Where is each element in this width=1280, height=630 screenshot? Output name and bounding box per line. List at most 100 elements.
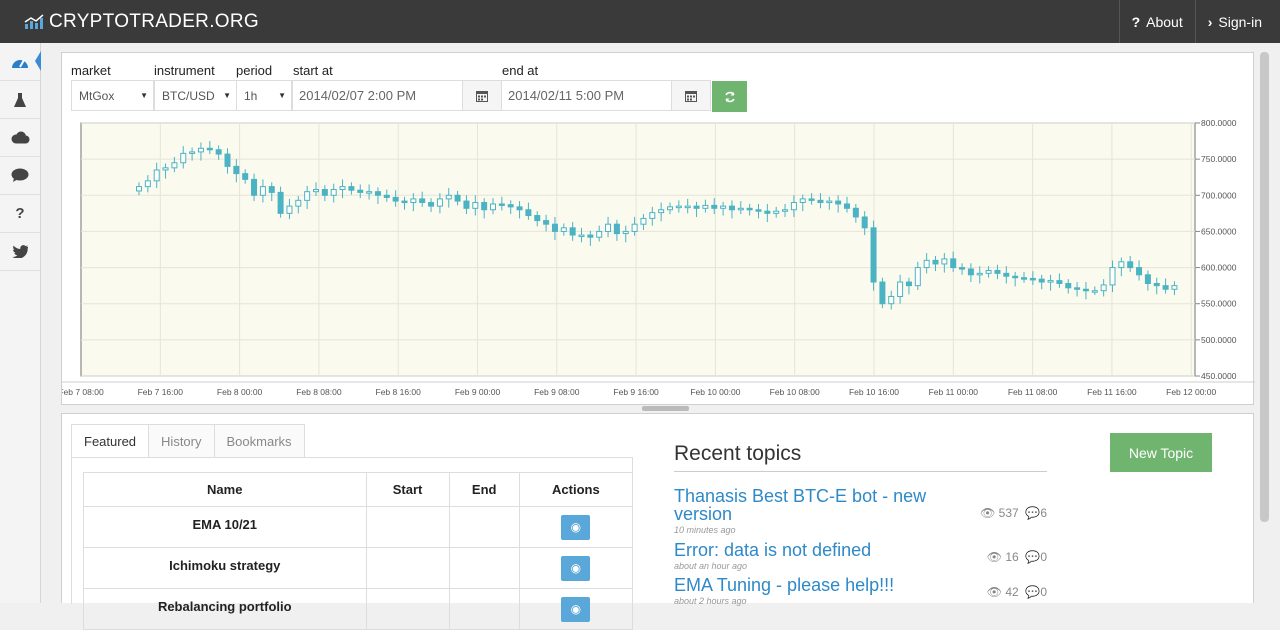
strategy-name[interactable]: Ichimoku strategy [83, 547, 367, 589]
x-tick-label: Feb 11 16:00 [1087, 387, 1137, 397]
x-tick-label: Feb 9 00:00 [455, 387, 501, 397]
candle-body [861, 216, 868, 229]
candle-body [808, 198, 815, 201]
y-tick-label: 750.0000 [1201, 154, 1237, 164]
about-link[interactable]: ? About [1118, 0, 1195, 43]
new-topic-button[interactable]: New Topic [1110, 433, 1212, 472]
scrollbar-thumb[interactable] [1260, 52, 1269, 522]
view-button[interactable]: ◉ [561, 555, 591, 581]
strategy-actions: ◉ [518, 506, 634, 548]
view-button[interactable]: ◉ [561, 596, 591, 622]
candle-body [1038, 278, 1045, 283]
comment-icon: 💬 [1025, 585, 1041, 599]
candle-body [569, 227, 576, 236]
topic-title-link[interactable]: Error: data is not defined [674, 541, 974, 559]
candle-body [224, 153, 231, 167]
strategy-start [365, 588, 450, 630]
comment-icon [11, 168, 29, 182]
candlestick-chart[interactable]: 800.0000 750.0000 700.0000 650.0000 600.0000… [62, 117, 1255, 405]
candle-body [852, 207, 859, 218]
candle-body [888, 295, 895, 305]
candle-body [454, 194, 461, 202]
candle-body [790, 202, 797, 211]
topic-stats: 👁 16 💬0 [987, 550, 1047, 564]
caret-down-icon: ▼ [223, 91, 231, 100]
calendar-icon [476, 90, 488, 102]
candle-body [605, 223, 612, 232]
table-row: Rebalancing portfolio ◉ [83, 588, 634, 630]
cloud-icon [11, 131, 30, 144]
topic-title-link[interactable]: EMA Tuning - please help!!! [674, 576, 974, 594]
candle-body [1082, 288, 1089, 292]
candle-body [1047, 280, 1054, 283]
candle-body [233, 165, 240, 175]
twitter-icon [12, 245, 28, 258]
strategy-name[interactable]: EMA 10/21 [83, 506, 367, 548]
period-select[interactable]: 1h ▼ [236, 80, 292, 111]
x-tick-label: Feb 8 00:00 [217, 387, 263, 397]
table-header-row: Name Start End Actions [83, 472, 634, 507]
end-calendar-button[interactable] [671, 80, 711, 111]
candle-body [321, 189, 328, 196]
sidebar-item-twitter[interactable] [0, 233, 40, 271]
candle-body [667, 206, 673, 211]
sidebar-item-forum[interactable] [0, 157, 40, 195]
candle-body [1153, 282, 1160, 287]
candle-body [481, 202, 488, 211]
candle-body [136, 186, 142, 192]
col-start-header: Start [365, 472, 450, 507]
candle-body [153, 169, 160, 182]
candle-body [534, 215, 541, 222]
start-date-input[interactable]: 2014/02/07 2:00 PM [292, 80, 463, 111]
brand-name: CRYPTOTRADER.ORG [49, 11, 259, 32]
calendar-icon [685, 90, 697, 102]
sidebar-item-cloud[interactable] [0, 119, 40, 157]
view-button[interactable]: ◉ [561, 514, 591, 540]
candle-body [817, 199, 824, 204]
refresh-button[interactable] [712, 81, 747, 112]
candle-body [1162, 285, 1169, 290]
panel-resize-handle[interactable] [642, 406, 689, 411]
candle-body [941, 258, 948, 265]
candle-body [675, 205, 682, 209]
x-tick-label: Feb 12 00:00 [1166, 387, 1216, 397]
strategy-name[interactable]: Rebalancing portfolio [83, 588, 367, 630]
candle-body [613, 223, 620, 235]
candle-body [490, 203, 496, 211]
plot-area [80, 122, 1196, 377]
sidebar-item-help[interactable]: ? [0, 195, 40, 233]
candle-body [1074, 287, 1081, 290]
refresh-icon [724, 91, 735, 102]
tab-history[interactable]: History [148, 424, 215, 458]
market-label: market [71, 63, 111, 78]
start-calendar-button[interactable] [462, 80, 502, 111]
strategy-end [448, 506, 520, 548]
x-tick-label: Feb 11 08:00 [1008, 387, 1058, 397]
sidebar-item-lab[interactable] [0, 81, 40, 119]
candle-body [357, 189, 364, 193]
y-tick-label: 550.0000 [1201, 299, 1237, 309]
start-label: start at [293, 63, 333, 78]
market-select[interactable]: MtGox ▼ [71, 80, 154, 111]
instrument-select[interactable]: BTC/USD ▼ [154, 80, 237, 111]
candle-body [1091, 290, 1098, 293]
candle-body [463, 200, 470, 209]
tab-content: Name Start End Actions EMA 10/21 ◉ Ichim… [71, 457, 634, 630]
comment-icon: 💬 [1025, 550, 1041, 564]
sidebar-item-dashboard[interactable] [0, 43, 41, 81]
topic-title-link[interactable]: Thanasis Best BTC-E bot - new version [674, 487, 944, 523]
candle-body [1056, 280, 1063, 284]
strategies-table: Name Start End Actions EMA 10/21 ◉ Ichim… [83, 472, 634, 630]
end-date-input[interactable]: 2014/02/11 5:00 PM [501, 80, 672, 111]
brand-link[interactable]: CRYPTOTRADER.ORG [24, 9, 259, 35]
strategy-end [448, 547, 520, 589]
x-tick-label: Feb 10 00:00 [690, 387, 740, 397]
candle-body [286, 205, 293, 214]
candle-body [631, 223, 638, 232]
question-icon: ? [15, 205, 25, 222]
tab-featured[interactable]: Featured [71, 424, 150, 458]
candle-body [702, 204, 709, 209]
signin-link[interactable]: › Sign-in [1194, 0, 1280, 43]
tab-bookmarks[interactable]: Bookmarks [213, 424, 305, 458]
candle-body [879, 281, 886, 305]
